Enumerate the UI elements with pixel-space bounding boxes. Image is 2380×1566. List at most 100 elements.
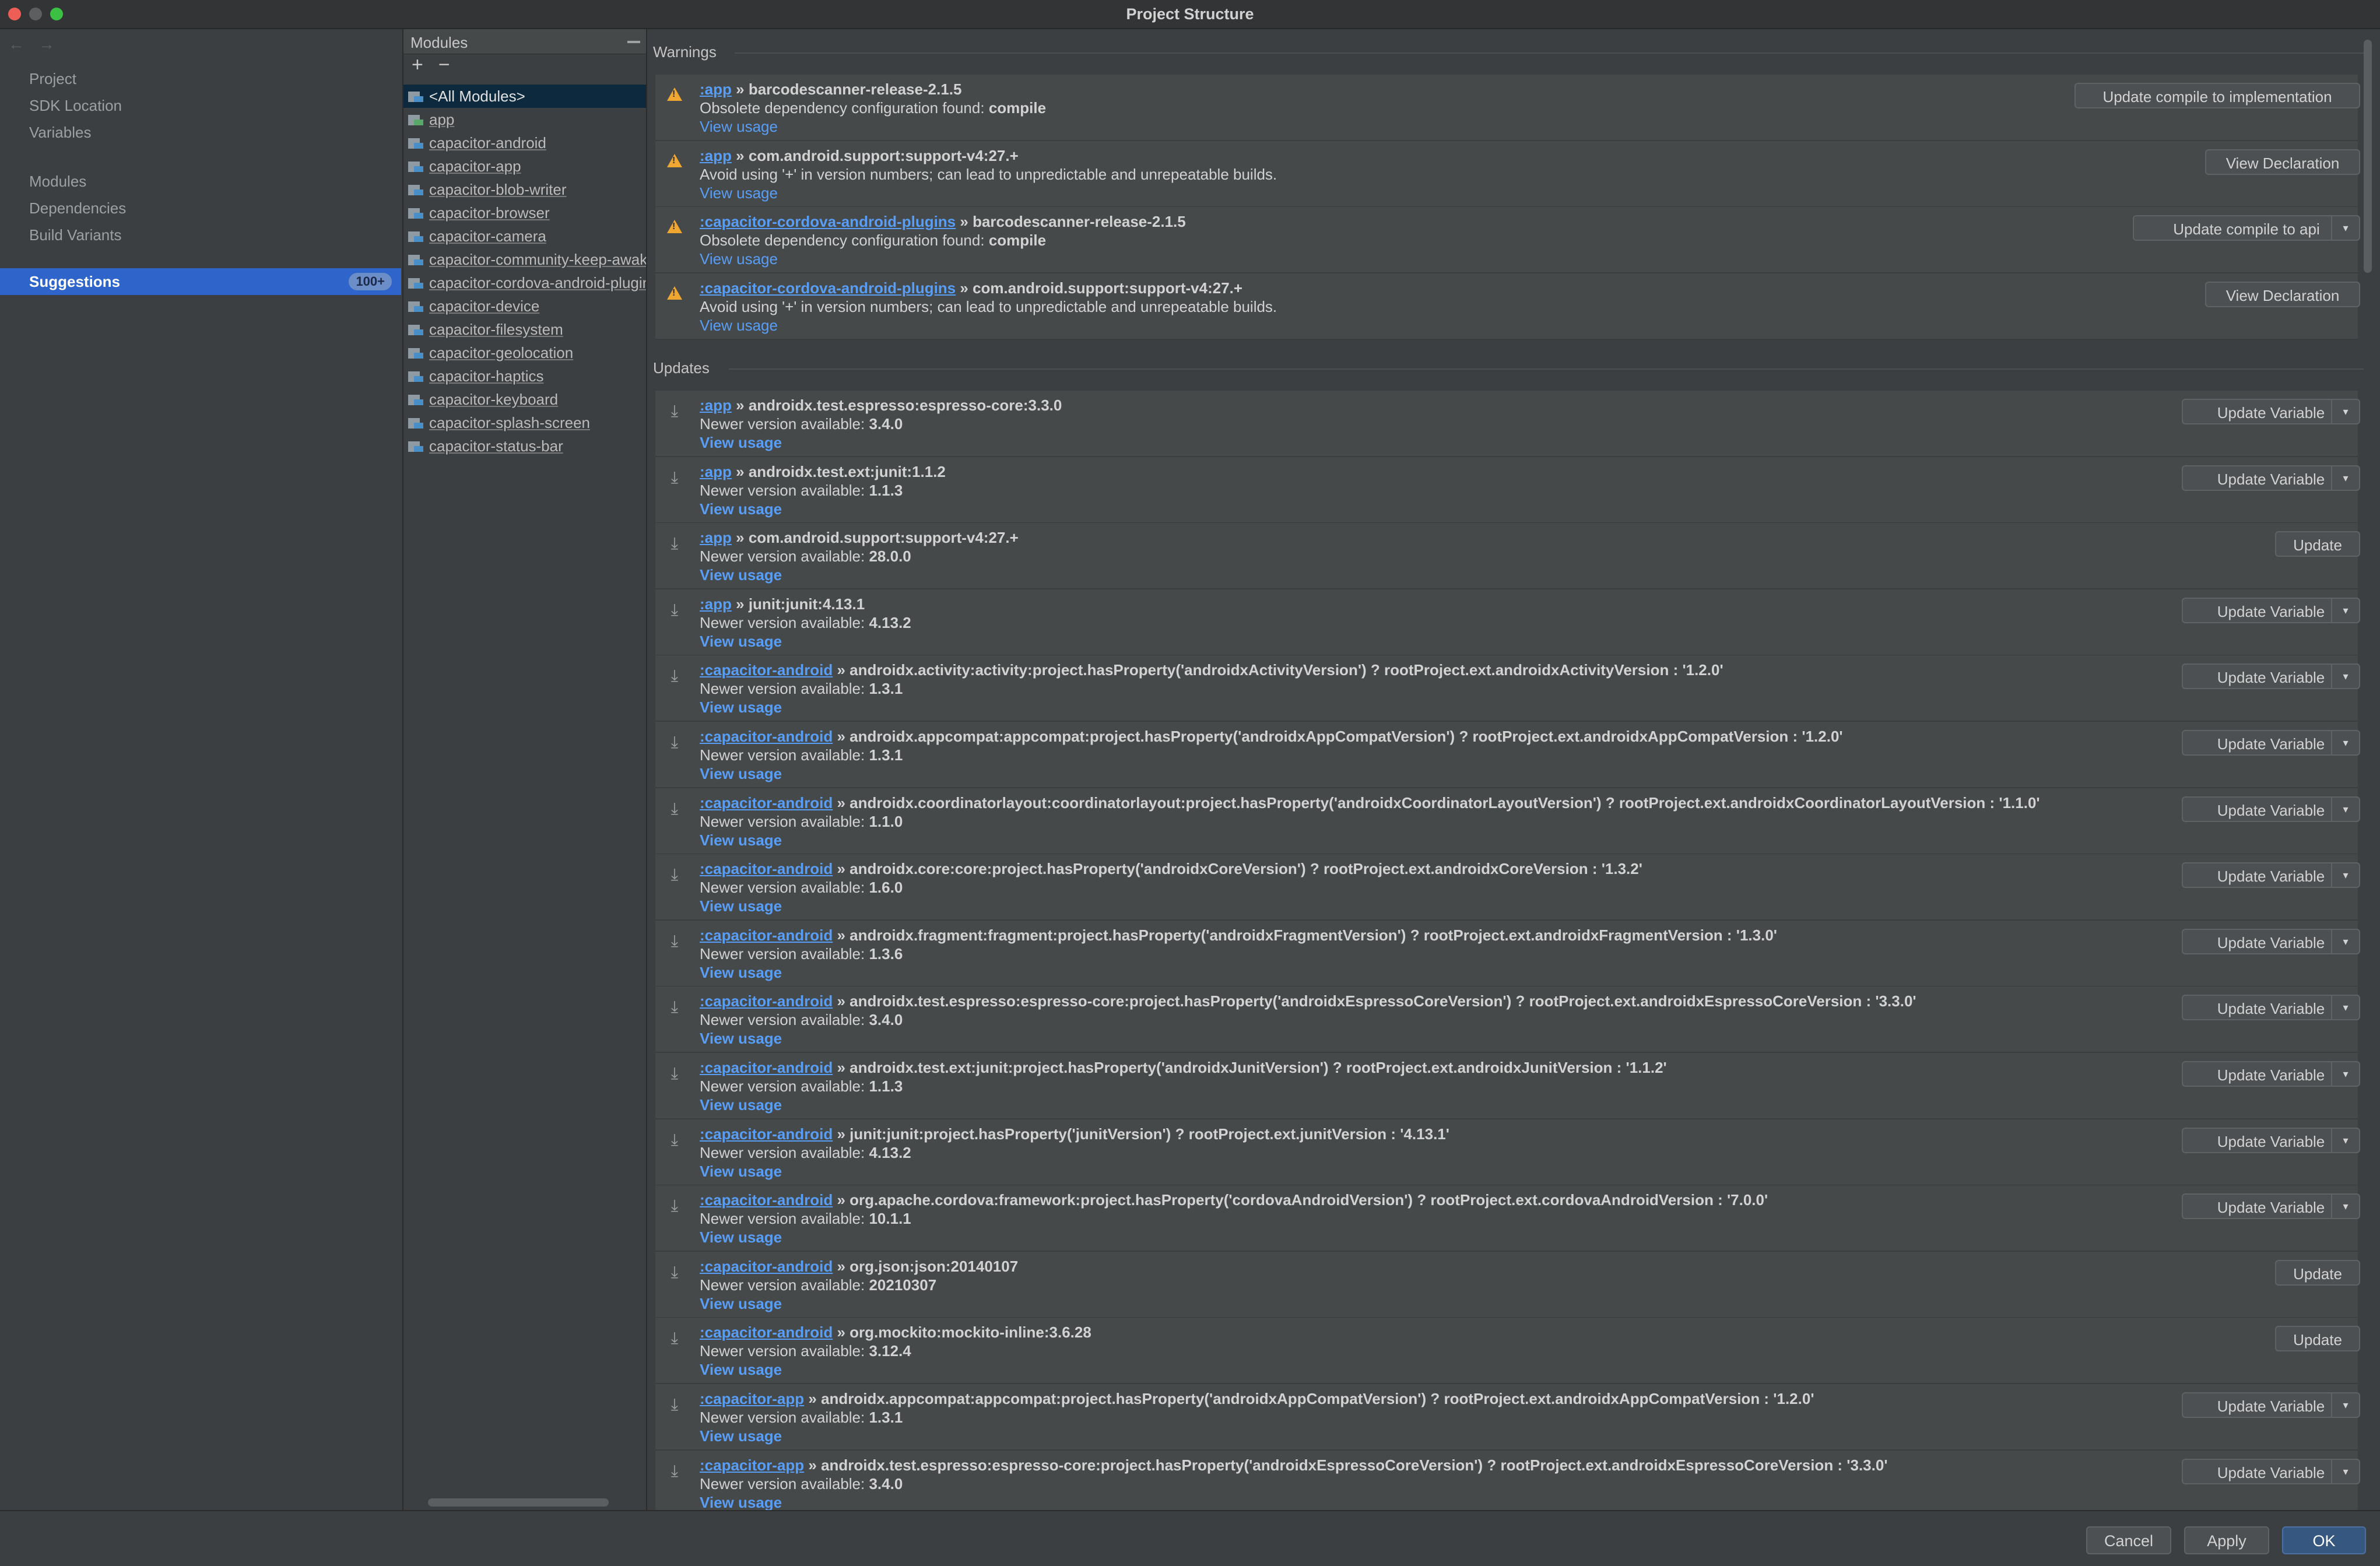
nav-item-modules[interactable]: Modules xyxy=(29,173,86,191)
action-button[interactable]: Update xyxy=(2275,1259,2360,1286)
collapse-panel-icon[interactable] xyxy=(627,41,640,43)
module-link[interactable]: :capacitor-android xyxy=(700,1258,833,1275)
dropdown-chevron-icon[interactable]: ▾ xyxy=(2331,731,2359,754)
module-item[interactable]: capacitor-android xyxy=(403,131,646,155)
module-link[interactable]: :capacitor-android xyxy=(700,1191,833,1209)
module-link[interactable]: :capacitor-android xyxy=(700,992,833,1010)
ok-button[interactable]: OK xyxy=(2282,1526,2366,1554)
module-link[interactable]: :capacitor-android xyxy=(700,926,833,944)
view-usage-link[interactable]: View usage xyxy=(700,1030,782,1048)
view-usage-link[interactable]: View usage xyxy=(700,500,782,518)
view-usage-link[interactable]: View usage xyxy=(700,1295,782,1313)
module-item[interactable]: capacitor-device xyxy=(403,294,646,318)
dropdown-chevron-icon[interactable]: ▾ xyxy=(2331,466,2359,490)
back-arrow-icon[interactable]: ← xyxy=(8,35,38,53)
action-button[interactable]: Update xyxy=(2275,1326,2360,1352)
module-link[interactable]: :capacitor-android xyxy=(700,860,833,877)
module-item[interactable]: capacitor-cordova-android-plugins xyxy=(403,271,646,294)
dropdown-chevron-icon[interactable]: ▾ xyxy=(2331,1128,2359,1152)
view-usage-link[interactable]: View usage xyxy=(700,434,782,452)
module-item[interactable]: capacitor-haptics xyxy=(403,364,646,388)
cancel-button[interactable]: Cancel xyxy=(2086,1526,2171,1554)
module-item[interactable]: capacitor-keyboard xyxy=(403,388,646,411)
module-item[interactable]: app xyxy=(403,108,646,131)
module-item[interactable]: capacitor-blob-writer xyxy=(403,178,646,201)
module-item[interactable]: capacitor-filesystem xyxy=(403,318,646,341)
dropdown-chevron-icon[interactable]: ▾ xyxy=(2331,929,2359,953)
nav-item-project[interactable]: Project xyxy=(29,70,76,88)
action-button[interactable]: Update Variable ▾ xyxy=(2182,796,2360,822)
module-link[interactable]: :app xyxy=(700,595,732,613)
modules-horizontal-scrollbar[interactable] xyxy=(428,1498,609,1507)
action-button[interactable]: Update xyxy=(2275,531,2360,557)
module-link[interactable]: :capacitor-android xyxy=(700,1323,833,1341)
view-usage-link[interactable]: View usage xyxy=(700,831,782,849)
view-usage-link[interactable]: View usage xyxy=(700,184,778,202)
module-link[interactable]: :capacitor-android xyxy=(700,1125,833,1143)
module-item[interactable]: capacitor-browser xyxy=(403,201,646,224)
suggestions-vertical-scrollbar[interactable] xyxy=(2364,40,2372,273)
view-usage-link[interactable]: View usage xyxy=(700,964,782,982)
action-button[interactable]: Update Variable ▾ xyxy=(2182,1193,2360,1220)
view-usage-link[interactable]: View usage xyxy=(700,1361,782,1379)
module-link[interactable]: :app xyxy=(700,529,732,546)
module-link[interactable]: :capacitor-android xyxy=(700,794,833,812)
action-button[interactable]: Update compile to api ▾ xyxy=(2133,215,2360,241)
action-button[interactable]: View Declaration xyxy=(2205,149,2360,175)
view-usage-link[interactable]: View usage xyxy=(700,1096,782,1114)
action-button[interactable]: Update Variable ▾ xyxy=(2182,399,2360,424)
module-link[interactable]: :app xyxy=(700,463,732,480)
module-link[interactable]: :capacitor-android xyxy=(700,1059,833,1076)
dropdown-chevron-icon[interactable]: ▾ xyxy=(2331,1393,2359,1417)
action-button[interactable]: Update Variable ▾ xyxy=(2182,1061,2360,1087)
action-button[interactable]: View Declaration xyxy=(2205,281,2360,307)
module-link[interactable]: :capacitor-app xyxy=(700,1390,804,1407)
view-usage-link[interactable]: View usage xyxy=(700,897,782,915)
module-item[interactable]: capacitor-community-keep-awake xyxy=(403,248,646,271)
view-usage-link[interactable]: View usage xyxy=(700,1494,782,1510)
module-link[interactable]: :capacitor-android xyxy=(700,728,833,745)
dropdown-chevron-icon[interactable]: ▾ xyxy=(2331,598,2359,622)
dropdown-chevron-icon[interactable]: ▾ xyxy=(2331,216,2359,240)
action-button[interactable]: Update compile to implementation xyxy=(2074,83,2360,108)
view-usage-link[interactable]: View usage xyxy=(700,250,778,268)
action-button[interactable]: Update Variable ▾ xyxy=(2182,730,2360,756)
view-usage-link[interactable]: View usage xyxy=(700,118,778,136)
action-button[interactable]: Update Variable ▾ xyxy=(2182,465,2360,491)
module-item[interactable]: capacitor-geolocation xyxy=(403,341,646,364)
nav-item-variables[interactable]: Variables xyxy=(29,124,91,142)
module-link[interactable]: :capacitor-app xyxy=(700,1456,804,1474)
action-button[interactable]: Update Variable ▾ xyxy=(2182,597,2360,623)
action-button[interactable]: Update Variable ▾ xyxy=(2182,1392,2360,1418)
dropdown-chevron-icon[interactable]: ▾ xyxy=(2331,400,2359,423)
remove-module-icon[interactable]: − xyxy=(438,54,450,76)
nav-item-dependencies[interactable]: Dependencies xyxy=(29,199,126,217)
dropdown-chevron-icon[interactable]: ▾ xyxy=(2331,1062,2359,1086)
add-module-icon[interactable]: + xyxy=(412,54,423,76)
action-button[interactable]: Update Variable ▾ xyxy=(2182,663,2360,690)
view-usage-link[interactable]: View usage xyxy=(700,633,782,651)
dropdown-chevron-icon[interactable]: ▾ xyxy=(2331,863,2359,887)
dropdown-chevron-icon[interactable]: ▾ xyxy=(2331,996,2359,1020)
module-item[interactable]: capacitor-camera xyxy=(403,224,646,248)
view-usage-link[interactable]: View usage xyxy=(700,765,782,783)
dropdown-chevron-icon[interactable]: ▾ xyxy=(2331,1459,2359,1483)
view-usage-link[interactable]: View usage xyxy=(700,317,778,335)
view-usage-link[interactable]: View usage xyxy=(700,698,782,717)
dropdown-chevron-icon[interactable]: ▾ xyxy=(2331,797,2359,821)
module-item[interactable]: capacitor-status-bar xyxy=(403,434,646,458)
module-link[interactable]: :capacitor-android xyxy=(700,661,833,679)
action-button[interactable]: Update Variable ▾ xyxy=(2182,995,2360,1021)
all-modules-item[interactable]: <All Modules> xyxy=(403,85,646,108)
action-button[interactable]: Update Variable ▾ xyxy=(2182,1458,2360,1484)
view-usage-link[interactable]: View usage xyxy=(700,1228,782,1247)
action-button[interactable]: Update Variable ▾ xyxy=(2182,928,2360,954)
dropdown-chevron-icon[interactable]: ▾ xyxy=(2331,1195,2359,1219)
apply-button[interactable]: Apply xyxy=(2184,1526,2269,1554)
dropdown-chevron-icon[interactable]: ▾ xyxy=(2331,665,2359,689)
nav-item-build-variants[interactable]: Build Variants xyxy=(29,226,122,244)
module-item[interactable]: capacitor-app xyxy=(403,155,646,178)
view-usage-link[interactable]: View usage xyxy=(700,1163,782,1181)
module-link[interactable]: :app xyxy=(700,80,732,98)
action-button[interactable]: Update Variable ▾ xyxy=(2182,862,2360,889)
